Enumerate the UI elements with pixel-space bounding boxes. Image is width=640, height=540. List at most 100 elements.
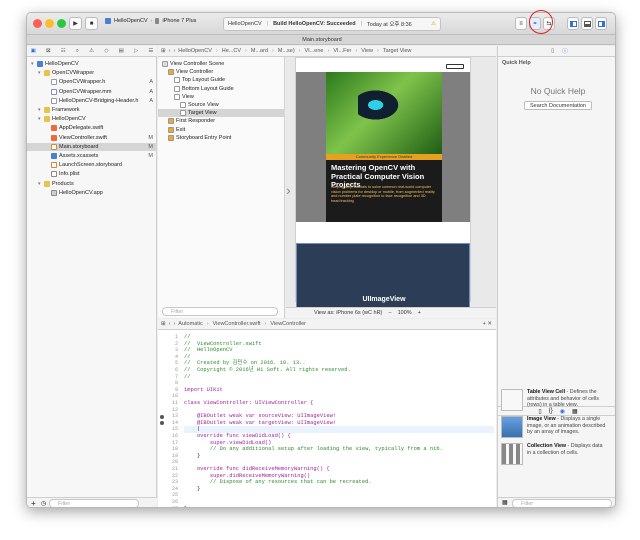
- code-line[interactable]: import UIKit: [184, 387, 223, 394]
- test-icon[interactable]: ◇: [104, 48, 108, 54]
- disclosure-icon[interactable]: ▾: [31, 60, 35, 68]
- back-icon[interactable]: ‹: [169, 48, 171, 54]
- minimize-window-button[interactable]: [45, 19, 54, 28]
- outline-filter-input[interactable]: Filter: [162, 307, 278, 316]
- outline-item[interactable]: Source View: [158, 101, 285, 109]
- source-control-icon[interactable]: ⊠: [46, 48, 51, 54]
- jump-bar-segment[interactable]: ViewController: [270, 321, 306, 327]
- code-line[interactable]: }: [184, 453, 200, 460]
- outline-item[interactable]: Exit: [158, 126, 285, 134]
- code-line[interactable]: // ViewController.swift: [184, 341, 262, 348]
- jump-bar-segment[interactable]: HelloOpenCV: [178, 48, 212, 54]
- code-line[interactable]: //: [184, 374, 190, 381]
- file-inspector-icon[interactable]: ▯: [551, 48, 554, 54]
- code-line[interactable]: @IBOutlet weak var targetView: UIImageVi…: [184, 420, 336, 427]
- code-line[interactable]: super.didReceiveMemoryWarning(): [184, 473, 310, 480]
- run-button[interactable]: ▶: [69, 17, 82, 30]
- code-line[interactable]: // Copyright © 2016년 H1 Soft. All rights…: [184, 367, 351, 374]
- toggle-debug-button[interactable]: [581, 17, 593, 30]
- jump-bar-segment[interactable]: He...CV: [222, 48, 241, 54]
- back-icon[interactable]: ‹: [169, 321, 171, 327]
- code-line[interactable]: class ViewController: UIViewController {: [184, 400, 313, 407]
- outline-item[interactable]: Storyboard Entry Point: [158, 134, 285, 142]
- jump-bar-segment[interactable]: M...ard: [251, 48, 268, 54]
- close-editor-icon[interactable]: + ✕: [483, 321, 492, 327]
- navigator-filter-input[interactable]: Filter: [49, 499, 139, 507]
- jump-bar-segment[interactable]: Automatic: [178, 321, 202, 327]
- navigator-item[interactable]: ViewController.swift M: [27, 134, 157, 142]
- find-icon[interactable]: ⌕: [76, 48, 79, 55]
- code-line[interactable]: // Dispose of any resources that can be …: [184, 479, 372, 486]
- code-line[interactable]: |: [184, 426, 494, 433]
- scheme-selector[interactable]: HelloOpenCV › iPhone 7 Plus: [105, 18, 196, 24]
- standard-editor-button[interactable]: ≡: [515, 17, 527, 30]
- library-item[interactable]: Table View Cell - Defines the attributes…: [499, 387, 609, 417]
- code-line[interactable]: @IBOutlet weak var sourceView: UIImageVi…: [184, 413, 336, 420]
- outline-item[interactable]: View: [158, 93, 285, 101]
- zoom-window-button[interactable]: [57, 19, 66, 28]
- add-icon[interactable]: +: [31, 499, 36, 507]
- zoom-out-icon[interactable]: −: [388, 310, 391, 316]
- code-line[interactable]: }: [184, 506, 187, 507]
- source-view[interactable]: Community Experience Distilled Mastering…: [296, 72, 470, 222]
- toggle-utilities-button[interactable]: [595, 17, 607, 30]
- issue-icon[interactable]: ⚠: [89, 48, 94, 54]
- navigator-item[interactable]: ▾ Products: [27, 180, 157, 188]
- view-as-label[interactable]: View as: iPhone 6s (wC hR): [314, 310, 382, 316]
- navigator-item[interactable]: HelloOpenCV-Bridging-Header.h A: [27, 97, 157, 105]
- jump-bar-segment[interactable]: Target View: [383, 48, 412, 54]
- symbol-icon[interactable]: ☷: [61, 48, 66, 54]
- zoom-in-icon[interactable]: +: [418, 310, 421, 316]
- outlet-connection-icon[interactable]: [160, 414, 164, 419]
- breakpoint-icon[interactable]: ▷: [134, 48, 138, 54]
- code-line[interactable]: super.viewDidLoad(): [184, 440, 271, 447]
- jump-bar-segment[interactable]: View: [361, 48, 373, 54]
- outline-item[interactable]: Target View: [158, 109, 285, 118]
- navigator-item[interactable]: Main.storyboard M: [27, 142, 157, 151]
- folder-icon[interactable]: ▣: [31, 48, 36, 54]
- navigator-item[interactable]: AppDelegate.swift: [27, 124, 157, 132]
- debug-icon[interactable]: ▤: [119, 48, 124, 54]
- navigator-item[interactable]: ▾ HelloOpenCV: [27, 60, 157, 68]
- code-line[interactable]: //: [184, 334, 190, 341]
- recent-icon[interactable]: ◷: [41, 500, 46, 507]
- jump-bar-segment[interactable]: M...se): [278, 48, 295, 54]
- navigator-item[interactable]: LaunchScreen.storyboard: [27, 161, 157, 169]
- navigator-item[interactable]: OpenCVWrapper.h A: [27, 78, 157, 86]
- navigator-item[interactable]: ▾ OpenCVWrapper: [27, 69, 157, 77]
- jump-bar-segment[interactable]: VI...Fer: [333, 48, 351, 54]
- close-window-button[interactable]: [33, 19, 42, 28]
- toggle-navigator-button[interactable]: [567, 17, 579, 30]
- library-filter-input[interactable]: Filter: [512, 499, 612, 507]
- report-icon[interactable]: ☰: [148, 48, 153, 54]
- disclosure-icon[interactable]: ▾: [38, 180, 42, 188]
- outline-item[interactable]: First Responder: [158, 117, 285, 125]
- quick-help-icon[interactable]: ⓘ: [562, 47, 568, 55]
- jump-bar-segment[interactable]: VI...ene: [305, 48, 324, 54]
- code-editor[interactable]: 1 // 2 // ViewController.swift 3 // HelloOpen…: [158, 330, 496, 507]
- navigator-item[interactable]: HelloOpenCV.app: [27, 189, 157, 197]
- outline-item[interactable]: Bottom Layout Guide: [158, 85, 285, 93]
- forward-icon[interactable]: ›: [173, 321, 175, 327]
- related-items-icon[interactable]: ⊞: [161, 321, 166, 327]
- outline-item[interactable]: View Controller: [158, 68, 285, 76]
- grid-view-icon[interactable]: ▦: [502, 499, 508, 506]
- disclosure-icon[interactable]: ▾: [38, 69, 42, 77]
- target-view[interactable]: UIImageView: [296, 243, 470, 316]
- navigator-item[interactable]: OpenCVWrapper.mm A: [27, 88, 157, 96]
- outline-item[interactable]: Top Layout Guide: [158, 76, 285, 84]
- navigator-item[interactable]: ▾ Framework: [27, 106, 157, 114]
- disclosure-icon[interactable]: ▾: [38, 115, 42, 123]
- code-line[interactable]: }: [184, 486, 200, 493]
- code-line[interactable]: // Created by 김민수 on 2016. 10. 13..: [184, 360, 306, 367]
- stop-button[interactable]: ■: [85, 17, 98, 30]
- forward-icon[interactable]: ›: [173, 48, 175, 54]
- related-items-icon[interactable]: ⊞: [161, 48, 166, 54]
- library-item[interactable]: Collection View - Displays data in a col…: [499, 441, 609, 471]
- jump-bar-segment[interactable]: ViewController.swift: [213, 321, 261, 327]
- outline-item[interactable]: View Controller Scene: [158, 60, 285, 68]
- code-line[interactable]: override func viewDidLoad() {: [184, 433, 291, 440]
- scene-view[interactable]: Community Experience Distilled Mastering…: [295, 57, 471, 316]
- search-documentation-button[interactable]: Search Documentation: [524, 101, 592, 110]
- library-item[interactable]: Image View - Displays a single image, or…: [499, 414, 609, 444]
